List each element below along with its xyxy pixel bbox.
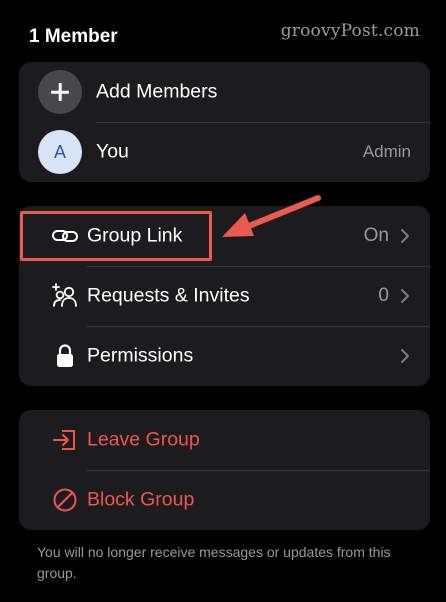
plus-icon	[38, 70, 82, 114]
avatar: A	[38, 130, 82, 174]
chevron-right-icon	[401, 349, 409, 363]
watermark: groovyPost.com	[280, 21, 420, 41]
chevron-right-icon	[401, 229, 409, 243]
member-role-badge: Admin	[362, 142, 411, 161]
permissions-row[interactable]: Permissions	[19, 326, 430, 386]
block-icon	[53, 488, 77, 512]
add-members-label: Add Members	[96, 80, 218, 103]
block-group-row[interactable]: Block Group	[19, 470, 430, 530]
footer-note: You will no longer receive messages or u…	[37, 544, 391, 581]
block-group-label: Block Group	[87, 488, 195, 511]
requests-count: 0	[378, 285, 389, 306]
members-card: Add Members A You Admin	[19, 62, 430, 182]
danger-card: Leave Group Block Group	[19, 410, 430, 530]
leave-icon	[53, 430, 75, 450]
lock-icon	[57, 344, 73, 367]
leave-group-row[interactable]: Leave Group	[19, 410, 430, 470]
chevron-right-icon	[401, 289, 409, 303]
requests-invites-label: Requests & Invites	[87, 284, 250, 307]
leave-group-label: Leave Group	[87, 428, 200, 451]
page-title: 1 Member	[29, 26, 118, 47]
permissions-label: Permissions	[87, 344, 194, 367]
person-add-icon	[52, 283, 77, 307]
annotation-arrow-icon	[222, 195, 321, 237]
annotation-highlight-box	[20, 211, 212, 261]
member-row-you[interactable]: A You Admin	[19, 122, 430, 182]
member-name: You	[96, 140, 129, 163]
group-link-value: On	[363, 225, 389, 246]
requests-invites-row[interactable]: Requests & Invites 0	[19, 266, 430, 326]
add-members-row[interactable]: Add Members	[19, 62, 430, 122]
